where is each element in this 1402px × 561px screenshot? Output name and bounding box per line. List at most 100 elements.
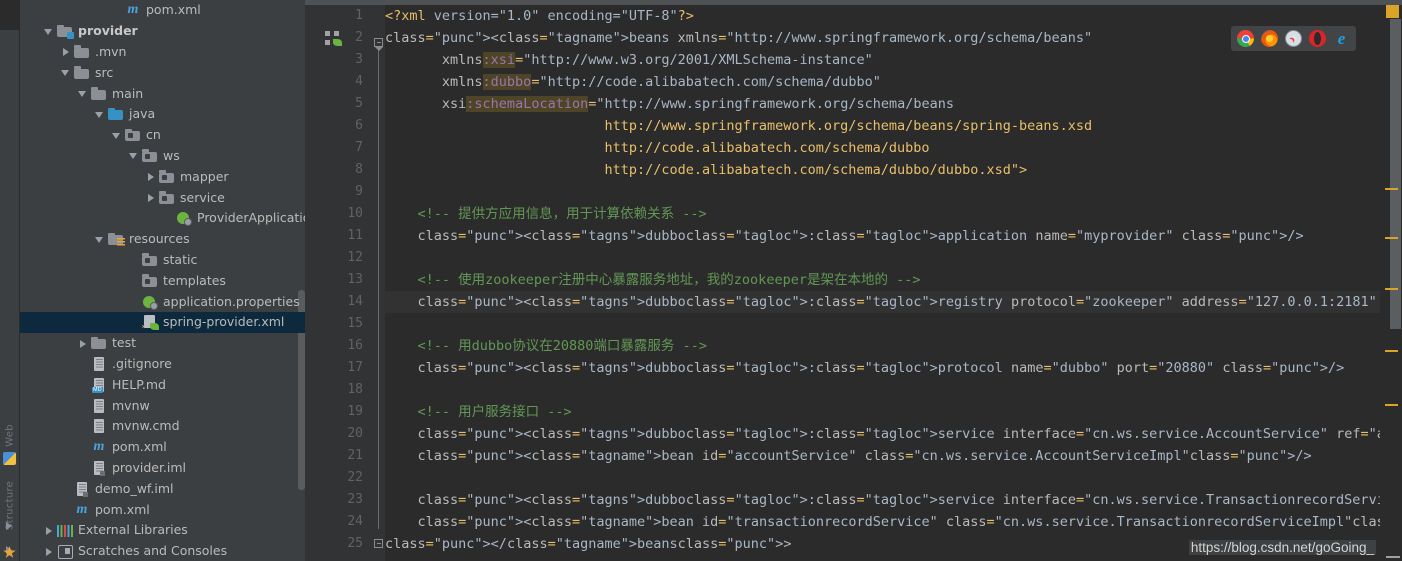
code-folding-column[interactable] <box>373 5 385 561</box>
tree-item-application-properties[interactable]: application.properties <box>20 291 305 312</box>
tree-item-pom-xml[interactable]: m pom.xml <box>20 0 305 21</box>
warning-marker[interactable] <box>1385 350 1398 352</box>
package-folder-icon <box>142 273 158 289</box>
tree-item-service[interactable]: service <box>20 187 305 208</box>
tree-item-test[interactable]: test <box>20 333 305 354</box>
tree-item-label: Scratches and Consoles <box>78 543 228 559</box>
watermark: https://blog.csdn.net/goGoing_ <box>1188 540 1376 555</box>
project-tree[interactable]: m pom.xml provider .mvn src main java cn ws mappe… <box>20 0 305 561</box>
code-line: xmlns:xsi="http://www.w3.org/2001/XMLSch… <box>441 52 873 68</box>
tree-item-resources[interactable]: resources <box>20 229 305 250</box>
tree-twisty-down-icon[interactable] <box>94 109 105 120</box>
tree-item-label: mvnw.cmd <box>112 418 180 434</box>
warning-marker[interactable] <box>1385 404 1398 406</box>
tree-item-label: resources <box>129 231 190 247</box>
tree-item-pom-xml[interactable]: m pom.xml <box>20 437 305 458</box>
tree-twisty-down-icon[interactable] <box>43 26 54 37</box>
tree-twisty-placeholder <box>60 504 71 515</box>
inspection-status-icon[interactable] <box>1386 5 1399 18</box>
tree-item-mvnw-cmd[interactable]: mvnw.cmd <box>20 416 305 437</box>
tree-item-java[interactable]: java <box>20 104 305 125</box>
tree-item-provider[interactable]: provider <box>20 21 305 42</box>
tree-twisty-right-icon[interactable] <box>77 338 88 349</box>
tree-item--mvn[interactable]: .mvn <box>20 42 305 63</box>
tree-item-src[interactable]: src <box>20 62 305 83</box>
tree-twisty-placeholder <box>77 462 88 473</box>
code-line: xmlns:dubbo="http://code.alibabatech.com… <box>441 74 881 90</box>
tree-twisty-down-icon[interactable] <box>60 67 71 78</box>
package-folder-icon <box>159 190 175 206</box>
tree-item-templates[interactable]: templates <box>20 270 305 291</box>
markdown-file-icon: MD <box>91 377 107 393</box>
text-file-icon <box>91 398 107 414</box>
tree-twisty-right-icon[interactable] <box>145 192 156 203</box>
tree-item-mapper[interactable]: mapper <box>20 166 305 187</box>
spring-boot-icon <box>142 294 158 310</box>
internet-explorer-icon[interactable]: e <box>1333 30 1350 47</box>
tree-item-demo-wf-iml[interactable]: demo_wf.iml <box>20 478 305 499</box>
tree-twisty-right-icon[interactable] <box>145 171 156 182</box>
fold-collapse-bottom[interactable] <box>374 539 383 548</box>
tree-item-ws[interactable]: ws <box>20 146 305 167</box>
source-code-text[interactable]: <?xml version="1.0" encoding="UTF-8"?> cl… <box>385 5 1380 561</box>
tree-twisty-down-icon[interactable] <box>94 234 105 245</box>
opera-icon[interactable] <box>1309 30 1326 47</box>
line-number: 11 <box>347 228 363 243</box>
browser-launch-bar[interactable]: e <box>1231 26 1356 51</box>
tree-item-provider-iml[interactable]: provider.iml <box>20 458 305 479</box>
tree-item-scratches-and-consoles[interactable]: Scratches and Consoles <box>20 541 305 561</box>
tree-item-help-md[interactable]: MD HELP.md <box>20 374 305 395</box>
tree-twisty-down-icon[interactable] <box>128 150 139 161</box>
maven-icon: m <box>76 501 88 517</box>
tree-item-mvnw[interactable]: mvnw <box>20 395 305 416</box>
chrome-icon[interactable] <box>1237 30 1254 47</box>
tree-twisty-placeholder <box>77 379 88 390</box>
tree-twisty-down-icon[interactable] <box>77 88 88 99</box>
scrollbar-corner <box>1386 556 1400 558</box>
tree-item-providerapplication[interactable]: ProviderApplication <box>20 208 305 229</box>
favorites-icon <box>3 546 16 558</box>
spring-config-icon: x <box>142 314 159 331</box>
code-line: class="punc"><class="tagns">dubboclass="… <box>385 291 1380 313</box>
tree-twisty-placeholder <box>128 254 139 265</box>
tree-item-cn[interactable]: cn <box>20 125 305 146</box>
line-number: 23 <box>347 492 363 507</box>
tree-twisty-right-icon[interactable] <box>43 546 54 557</box>
warning-marker[interactable] <box>1385 237 1398 239</box>
fold-collapse-top[interactable] <box>374 38 383 47</box>
line-number: 2 <box>355 30 363 45</box>
tree-item-label: mvnw <box>112 397 150 413</box>
tree-item-external-libraries[interactable]: External Libraries <box>20 520 305 541</box>
warning-marker[interactable] <box>1385 288 1398 290</box>
tool-window-web[interactable]: Web <box>4 424 15 447</box>
tree-twisty-right-icon[interactable] <box>43 525 54 536</box>
tree-item-main[interactable]: main <box>20 83 305 104</box>
tree-item--gitignore[interactable]: .gitignore <box>20 354 305 375</box>
iml-file-icon <box>91 460 107 476</box>
expand-arrow-icon-1[interactable] <box>6 522 12 530</box>
warning-marker[interactable] <box>1385 188 1398 190</box>
firefox-icon[interactable] <box>1261 30 1278 47</box>
editor-gutter[interactable]: 1 2 3 4 5 6 7 8 9 10 11 12 13 14 15 16 17 18 19 20 21 22 23 24 2… <box>305 5 373 561</box>
code-line: class="punc"><class="tagname">bean id="t… <box>417 514 1380 530</box>
safari-icon[interactable] <box>1285 30 1302 47</box>
editor-scrollbar-thumb[interactable] <box>1390 19 1401 329</box>
tree-item-pom-xml[interactable]: m pom.xml <box>20 499 305 520</box>
line-number: 9 <box>355 184 363 199</box>
tree-twisty-down-icon[interactable] <box>111 130 122 141</box>
tree-item-static[interactable]: static <box>20 250 305 271</box>
line-number: 24 <box>347 514 363 529</box>
line-number: 22 <box>347 470 363 485</box>
tree-item-label: pom.xml <box>146 2 201 18</box>
line-number: 25 <box>347 536 363 551</box>
folder-icon <box>74 65 90 81</box>
tree-twisty-right-icon[interactable] <box>60 46 71 57</box>
editor-marker-bar[interactable] <box>1380 5 1402 561</box>
spring-bean-gutter-icon[interactable] <box>325 31 343 47</box>
tree-twisty-placeholder <box>77 421 88 432</box>
code-editor[interactable]: 1 2 3 4 5 6 7 8 9 10 11 12 13 14 15 16 17 18 19 20 21 22 23 24 2… <box>305 0 1402 561</box>
code-line: class="punc"><class="tagns">dubboclass="… <box>417 228 1304 244</box>
tree-item-spring-provider-xml[interactable]: x spring-provider.xml <box>20 311 305 333</box>
